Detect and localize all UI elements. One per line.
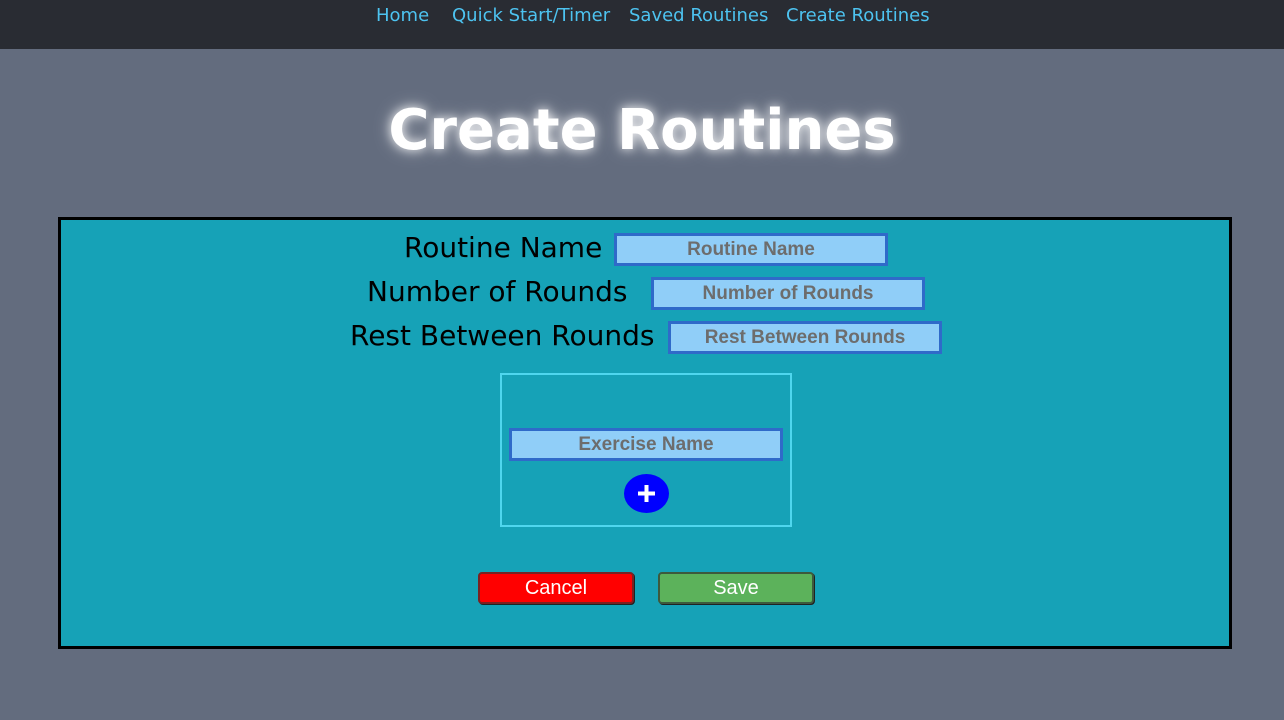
number-of-rounds-label: Number of Rounds bbox=[367, 275, 628, 308]
exercise-list-box bbox=[500, 373, 792, 527]
top-navbar: Home Quick Start/Timer Saved Routines Cr… bbox=[0, 0, 1284, 49]
create-routine-form: Routine Name Number of Rounds Rest Betwe… bbox=[58, 217, 1232, 649]
page-title: Create Routines bbox=[388, 98, 896, 163]
number-of-rounds-input[interactable] bbox=[651, 277, 925, 310]
nav-link-saved-routines[interactable]: Saved Routines bbox=[629, 5, 768, 26]
exercise-name-input[interactable] bbox=[509, 428, 783, 461]
plus-icon bbox=[638, 485, 655, 502]
routine-name-input[interactable] bbox=[614, 233, 888, 266]
nav-link-quick-start-timer[interactable]: Quick Start/Timer bbox=[452, 5, 610, 26]
nav-link-home[interactable]: Home bbox=[376, 5, 429, 26]
cancel-button[interactable]: Cancel bbox=[478, 572, 634, 604]
nav-link-create-routines[interactable]: Create Routines bbox=[786, 5, 930, 26]
rest-between-rounds-label: Rest Between Rounds bbox=[350, 319, 655, 352]
routine-name-label: Routine Name bbox=[404, 231, 603, 264]
save-button[interactable]: Save bbox=[658, 572, 814, 604]
rest-between-rounds-input[interactable] bbox=[668, 321, 942, 354]
add-exercise-button[interactable] bbox=[624, 474, 669, 513]
